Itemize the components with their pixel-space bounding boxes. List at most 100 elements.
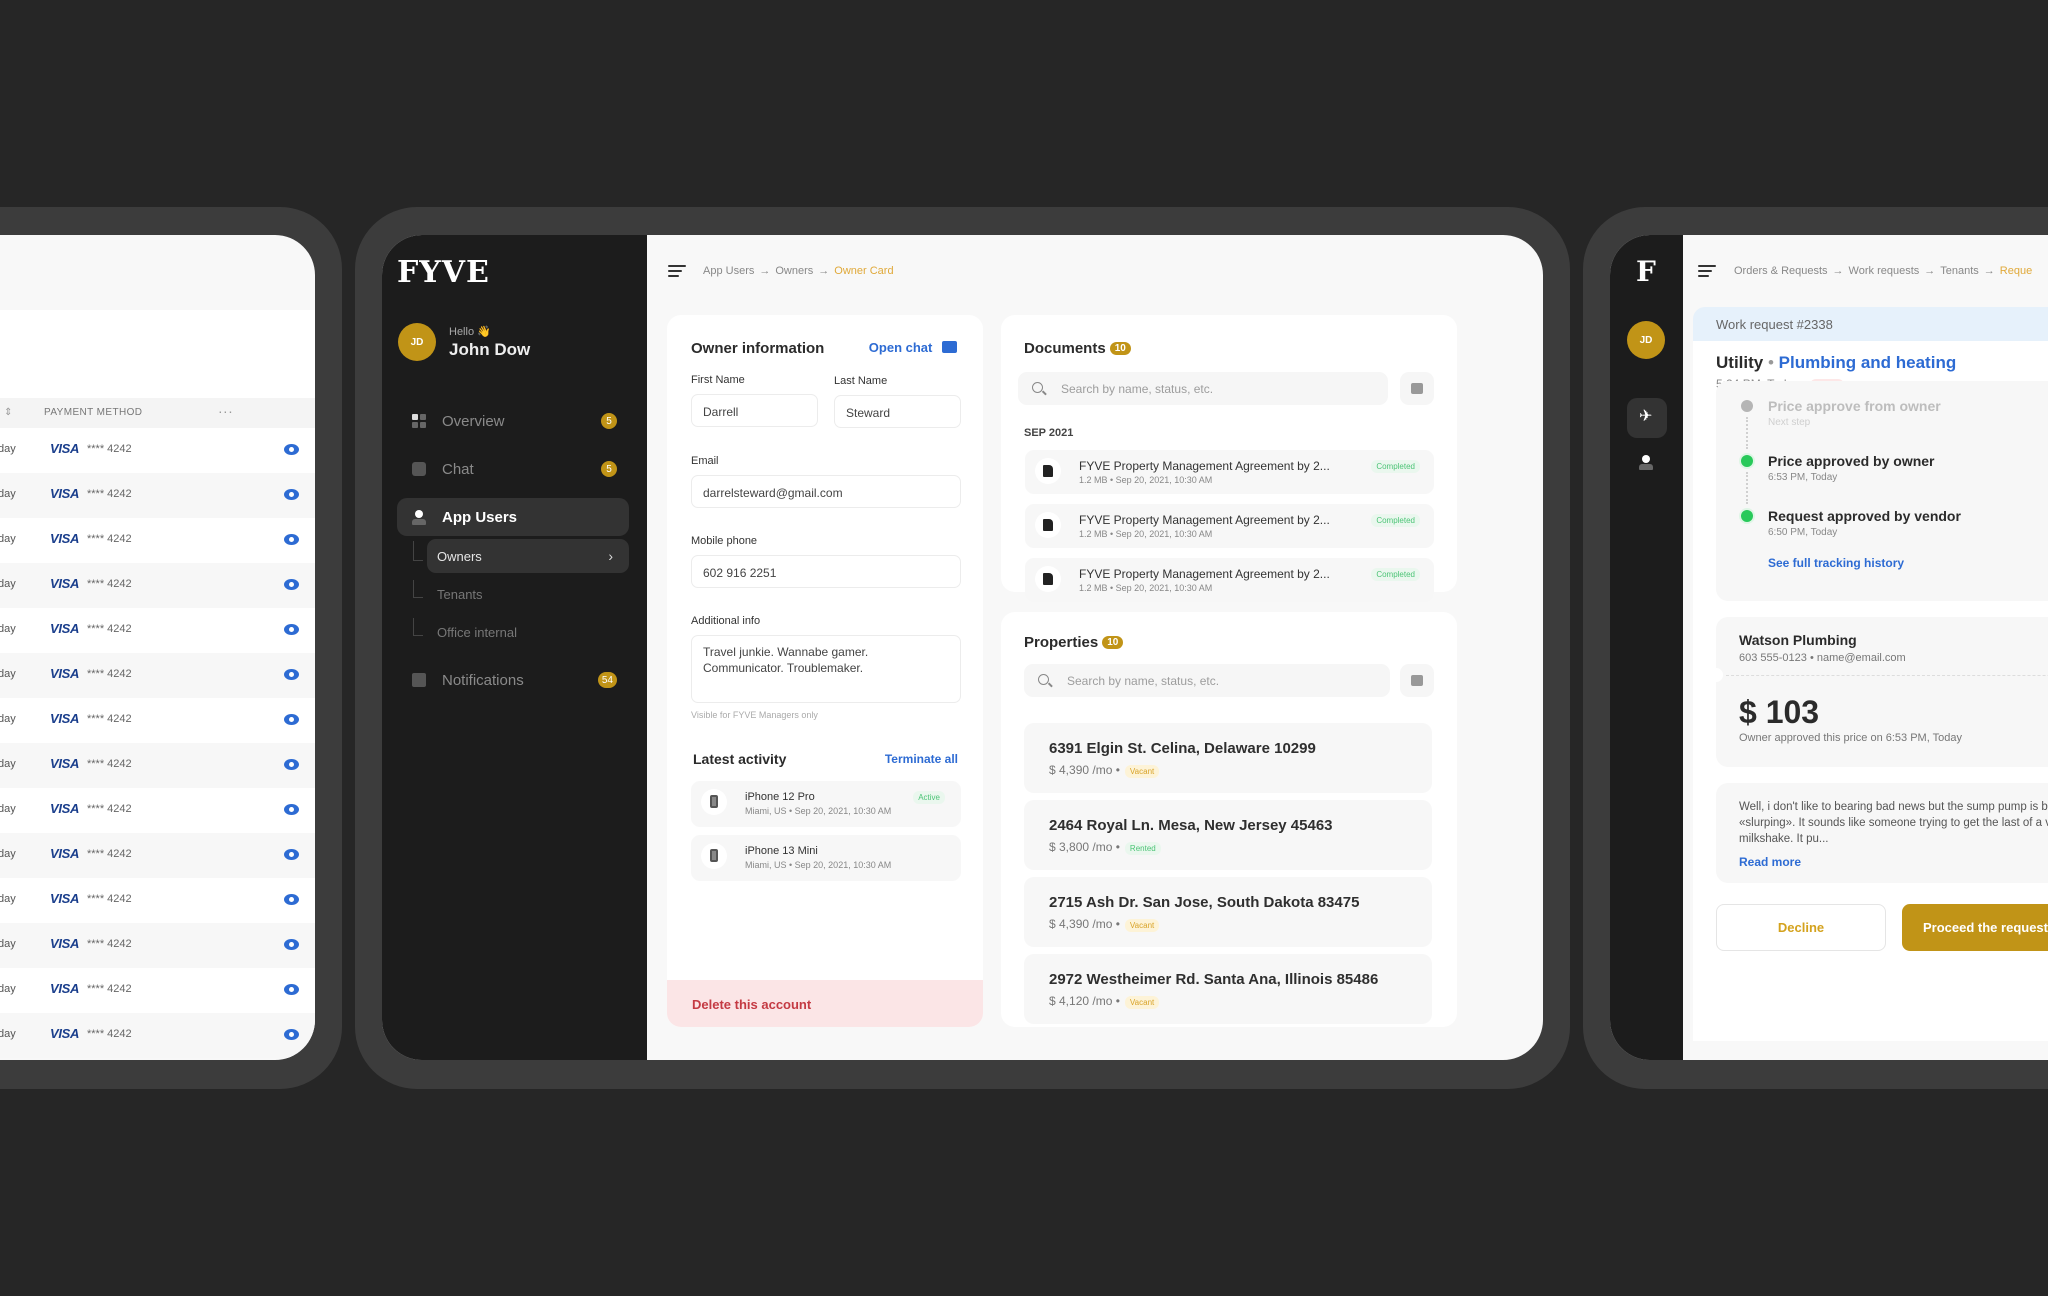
table-row[interactable]: day VISA **** 4242 bbox=[0, 968, 315, 1013]
calendar-filter-button[interactable] bbox=[1400, 664, 1434, 697]
sidebar-item-chat[interactable]: Chat 5 bbox=[397, 450, 629, 488]
table-row[interactable]: day VISA **** 4242 bbox=[0, 698, 315, 743]
table-row[interactable]: day VISA **** 4242 bbox=[0, 428, 315, 473]
fyve-logo: FYVE bbox=[397, 255, 490, 290]
documents-card: Documents 10 Search by name, status, etc.… bbox=[1001, 315, 1457, 602]
open-chat-link[interactable]: Open chat bbox=[869, 340, 957, 355]
user-icon[interactable] bbox=[1639, 455, 1653, 471]
breadcrumb-item[interactable]: Work requests bbox=[1849, 265, 1920, 277]
property-item[interactable]: 2715 Ash Dr. San Jose, South Dakota 8347… bbox=[1024, 877, 1432, 947]
view-eye-icon[interactable] bbox=[284, 489, 299, 500]
view-eye-icon[interactable] bbox=[284, 624, 299, 635]
proceed-request-button[interactable]: Proceed the request bbox=[1902, 904, 2048, 951]
tracking-history-link[interactable]: See full tracking history bbox=[1768, 556, 1904, 570]
table-row[interactable]: day VISA **** 4242 bbox=[0, 788, 315, 833]
sidebar-subitem-tenants[interactable]: Tenants bbox=[427, 577, 629, 611]
notification-icon bbox=[412, 673, 426, 687]
table-row[interactable]: day VISA **** 4242 bbox=[0, 563, 315, 608]
table-row[interactable]: day VISA **** 4242 bbox=[0, 518, 315, 563]
avatar[interactable]: JD bbox=[398, 323, 436, 361]
view-eye-icon[interactable] bbox=[284, 759, 299, 770]
visa-logo-icon: VISA bbox=[50, 711, 80, 726]
menu-hamburger-icon[interactable] bbox=[1698, 265, 1716, 279]
properties-search-input[interactable]: Search by name, status, etc. bbox=[1024, 664, 1390, 697]
terminate-all-link[interactable]: Terminate all bbox=[885, 752, 958, 766]
property-item[interactable]: 2464 Royal Ln. Mesa, New Jersey 45463 $ … bbox=[1024, 800, 1432, 870]
view-eye-icon[interactable] bbox=[284, 444, 299, 455]
menu-hamburger-icon[interactable] bbox=[668, 265, 686, 279]
breadcrumb-item[interactable]: App Users bbox=[703, 265, 754, 277]
view-eye-icon[interactable] bbox=[284, 804, 299, 815]
activity-session[interactable]: iPhone 12 Pro Miami, US • Sep 20, 2021, … bbox=[691, 781, 961, 827]
card-number: **** 4242 bbox=[87, 488, 132, 500]
date-cell: day bbox=[0, 983, 16, 995]
completed-step-icon bbox=[1741, 510, 1753, 522]
breadcrumb-item[interactable]: Tenants bbox=[1940, 265, 1979, 277]
date-cell: day bbox=[0, 443, 16, 455]
sidebar-item-app-users[interactable]: App Users bbox=[397, 498, 629, 536]
property-address: 2715 Ash Dr. San Jose, South Dakota 8347… bbox=[1049, 894, 1360, 911]
decline-button[interactable]: Decline bbox=[1716, 904, 1886, 951]
request-title: Utility • Plumbing and heating bbox=[1716, 353, 1956, 373]
email-field[interactable]: darrelsteward@gmail.com bbox=[691, 475, 961, 508]
view-eye-icon[interactable] bbox=[284, 579, 299, 590]
view-eye-icon[interactable] bbox=[284, 984, 299, 995]
work-requests-nav-icon[interactable] bbox=[1627, 398, 1667, 438]
document-item[interactable]: FYVE Property Management Agreement by 2.… bbox=[1025, 450, 1434, 494]
calendar-filter-button[interactable] bbox=[1400, 372, 1434, 405]
date-cell: day bbox=[0, 1028, 16, 1040]
document-item[interactable]: FYVE Property Management Agreement by 2.… bbox=[1025, 558, 1434, 602]
sidebar-subitem-owners[interactable]: Owners › bbox=[427, 539, 629, 573]
view-eye-icon[interactable] bbox=[284, 939, 299, 950]
table-row[interactable]: day VISA **** 4242 bbox=[0, 923, 315, 968]
table-row[interactable]: day VISA **** 4242 bbox=[0, 743, 315, 788]
visibility-hint: Visible for FYVE Managers only bbox=[691, 710, 818, 720]
property-item[interactable]: 2972 Westheimer Rd. Santa Ana, Illinois … bbox=[1024, 954, 1432, 1024]
timeline-step-title: Request approved by vendor bbox=[1768, 508, 1961, 524]
table-row[interactable]: day VISA **** 4242 bbox=[0, 473, 315, 518]
first-name-field[interactable]: Darrell bbox=[691, 394, 818, 427]
document-item[interactable]: FYVE Property Management Agreement by 2.… bbox=[1025, 504, 1434, 548]
view-eye-icon[interactable] bbox=[284, 534, 299, 545]
view-eye-icon[interactable] bbox=[284, 1029, 299, 1040]
sidebar-subitem-office-internal[interactable]: Office internal bbox=[427, 615, 629, 649]
request-subcategory-link[interactable]: Plumbing and heating bbox=[1779, 353, 1957, 372]
table-row[interactable]: day VISA **** 4242 bbox=[0, 653, 315, 698]
visa-logo-icon: VISA bbox=[50, 621, 80, 636]
view-eye-icon[interactable] bbox=[284, 849, 299, 860]
additional-info-textarea[interactable]: Travel junkie. Wannabe gamer. Communicat… bbox=[691, 635, 961, 703]
view-eye-icon[interactable] bbox=[284, 894, 299, 905]
property-item[interactable]: 6391 Elgin St. Celina, Delaware 10299 $ … bbox=[1024, 723, 1432, 793]
breadcrumb-arrow-icon: → bbox=[818, 265, 830, 277]
tracking-timeline: Price approve from owner Next step Price… bbox=[1716, 381, 2048, 601]
sidebar-item-overview[interactable]: Overview 5 bbox=[397, 402, 629, 440]
view-eye-icon[interactable] bbox=[284, 669, 299, 680]
visa-logo-icon: VISA bbox=[50, 576, 80, 591]
view-eye-icon[interactable] bbox=[284, 714, 299, 725]
avatar[interactable]: JD bbox=[1627, 321, 1665, 359]
work-request-header: Work request #2338 bbox=[1693, 307, 2048, 341]
sort-icon[interactable]: ⇕ bbox=[4, 407, 13, 418]
breadcrumb-item[interactable]: Orders & Requests bbox=[1734, 265, 1828, 277]
mobile-phone-field[interactable]: 602 916 2251 bbox=[691, 555, 961, 588]
device-icon-wrap bbox=[701, 789, 727, 815]
delete-account-button[interactable]: Delete this account bbox=[667, 980, 983, 1027]
documents-title-label: Documents bbox=[1024, 340, 1106, 357]
read-more-link[interactable]: Read more bbox=[1739, 855, 1801, 869]
table-row[interactable]: day VISA **** 4242 bbox=[0, 608, 315, 653]
visa-logo-icon: VISA bbox=[50, 936, 80, 951]
card-number: **** 4242 bbox=[87, 578, 132, 590]
message-text: Well, i don't like to bearing bad news b… bbox=[1739, 801, 2048, 845]
sidebar-item-notifications[interactable]: Notifications 54 bbox=[397, 661, 629, 699]
documents-search-input[interactable]: Search by name, status, etc. bbox=[1018, 372, 1388, 405]
breadcrumb-item[interactable]: Owners bbox=[775, 265, 813, 277]
table-row[interactable]: day VISA **** 4242 bbox=[0, 833, 315, 878]
table-row[interactable]: day VISA **** 4242 bbox=[0, 878, 315, 923]
activity-session[interactable]: iPhone 13 Mini Miami, US • Sep 20, 2021,… bbox=[691, 835, 961, 881]
more-columns-icon[interactable]: ··· bbox=[218, 403, 233, 419]
last-name-field[interactable]: Steward bbox=[834, 395, 961, 428]
sidebar: FYVE JD Hello 👋 John Dow Overview 5 Chat… bbox=[382, 235, 647, 1060]
column-header-payment-method[interactable]: PAYMENT METHOD bbox=[44, 407, 142, 418]
table-row[interactable]: day VISA **** 4242 bbox=[0, 1013, 315, 1058]
date-cell: day bbox=[0, 533, 16, 545]
